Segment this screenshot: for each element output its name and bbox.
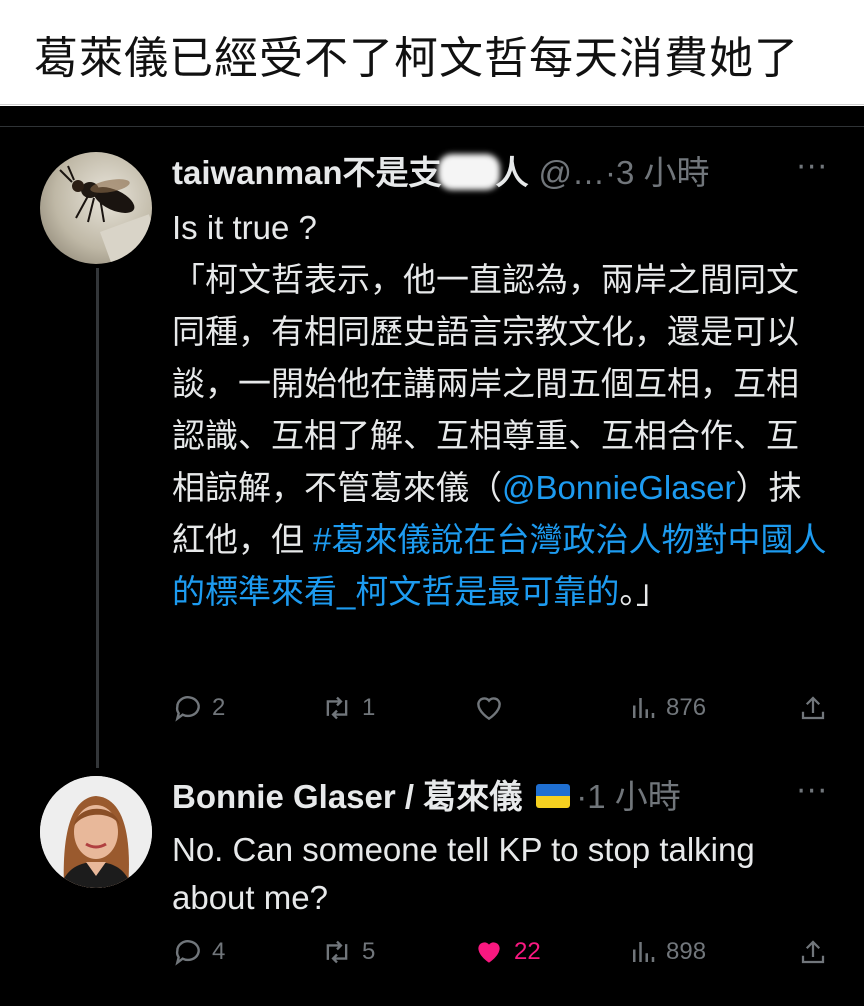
- like-count: 22: [514, 938, 541, 965]
- share-button[interactable]: [798, 692, 828, 724]
- tweet-text: Is it true ? 「柯文哲表示，他一直認為，兩岸之間同文同種，有相同歷史…: [172, 202, 828, 618]
- tweet-line: Is it true ?: [172, 209, 317, 246]
- tweet-text: No. Can someone tell KP to stop talking …: [172, 831, 755, 916]
- retweet-icon: [326, 696, 348, 720]
- more-options-icon[interactable]: ···: [796, 774, 828, 809]
- handle[interactable]: @…: [539, 154, 606, 192]
- wasp-avatar-icon: [59, 165, 152, 263]
- share-icon: [801, 696, 825, 720]
- caption-title: 葛萊儀已經受不了柯文哲每天消費她了: [34, 33, 799, 84]
- tweet-taiwanman[interactable]: taiwanman不是支人 @… ·3 小時 ··· Is it true ? …: [172, 146, 828, 618]
- timestamp[interactable]: ·1 小時: [576, 770, 681, 818]
- views-button[interactable]: 876: [628, 693, 706, 723]
- reply-count: 4: [212, 938, 226, 965]
- view-count: 898: [666, 938, 707, 965]
- tweet1-actions: 2 1 876: [172, 688, 828, 728]
- like-button[interactable]: 22: [472, 936, 541, 968]
- avatar-taiwanman[interactable]: [40, 152, 152, 264]
- tweet-thread: taiwanman不是支人 @… ·3 小時 ··· Is it true ? …: [0, 106, 864, 1006]
- share-icon: [801, 940, 825, 964]
- like-button[interactable]: [472, 692, 506, 724]
- heart-filled-icon: [478, 942, 500, 963]
- thread-connector: [96, 268, 99, 768]
- retweet-button[interactable]: 1: [320, 692, 375, 724]
- retweet-button[interactable]: 5: [320, 936, 375, 968]
- tweet-header: taiwanman不是支人 @… ·3 小時: [172, 146, 828, 194]
- reply-icon: [175, 940, 200, 966]
- display-name[interactable]: Bonnie Glaser / 葛來儀: [172, 770, 522, 818]
- tweet-bonnie-glaser[interactable]: Bonnie Glaser / 葛來儀 ·1 小時 ··· No. Can so…: [172, 770, 828, 922]
- divider: [0, 126, 864, 127]
- reply-button[interactable]: 4: [172, 936, 225, 968]
- reply-icon: [175, 696, 200, 722]
- share-button[interactable]: [798, 936, 828, 968]
- display-name[interactable]: taiwanman不是支人: [172, 146, 529, 194]
- redaction-blur: [437, 154, 500, 190]
- reply-button[interactable]: 2: [172, 692, 225, 724]
- heart-icon: [477, 697, 501, 721]
- avatar-bonnie-glaser[interactable]: [40, 776, 152, 888]
- retweet-icon: [326, 940, 348, 964]
- reply-count: 2: [212, 694, 226, 721]
- portrait-avatar-icon: [40, 776, 152, 888]
- view-count: 876: [666, 694, 707, 721]
- ukraine-flag-icon: [536, 784, 571, 808]
- timestamp[interactable]: ·3 小時: [605, 146, 710, 194]
- views-icon: [633, 942, 655, 962]
- retweet-count: 5: [362, 938, 376, 965]
- views-button[interactable]: 898: [628, 937, 706, 967]
- caption-bar: 葛萊儀已經受不了柯文哲每天消費她了: [0, 0, 864, 105]
- more-options-icon[interactable]: ···: [796, 150, 828, 185]
- views-icon: [633, 698, 655, 718]
- tweet-header: Bonnie Glaser / 葛來儀 ·1 小時: [172, 770, 828, 818]
- retweet-count: 1: [362, 694, 376, 721]
- tweet-quote: 「柯文哲表示，他一直認為，兩岸之間同文同種，有相同歷史語言宗教文化，還是可以談，…: [172, 261, 827, 610]
- tweet2-actions: 4 5 22 898: [172, 932, 828, 972]
- mention-link[interactable]: @BonnieGlaser: [502, 469, 735, 506]
